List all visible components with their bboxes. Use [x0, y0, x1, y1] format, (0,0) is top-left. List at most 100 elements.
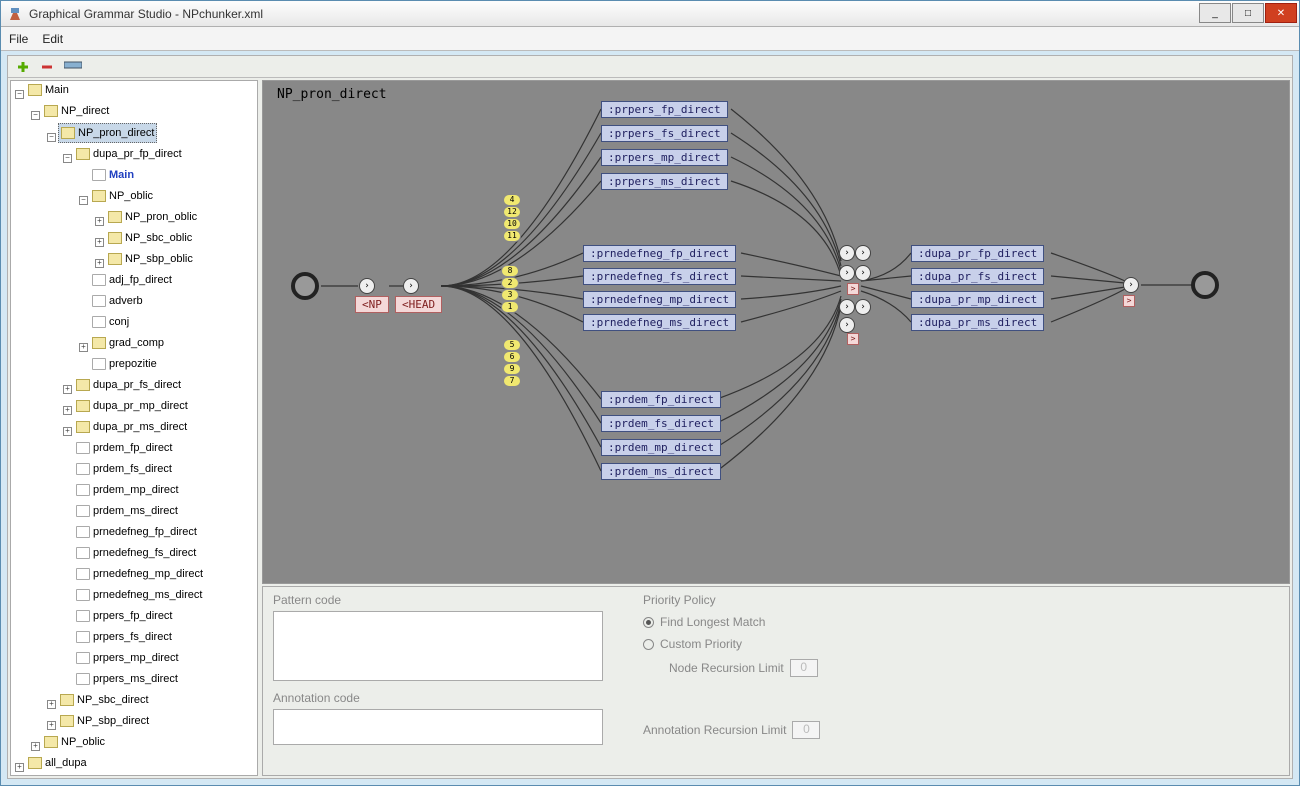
graph-node[interactable]: :dupa_pr_fp_direct	[911, 245, 1044, 262]
tree-folder[interactable]: NP_oblic	[90, 187, 155, 205]
connector-icon[interactable]: ›	[839, 317, 855, 333]
tree-toggle[interactable]: −	[79, 196, 88, 205]
end-node[interactable]	[1191, 271, 1219, 299]
tree-folder[interactable]: all_dupa	[26, 754, 89, 772]
node-gt[interactable]: >	[1123, 295, 1135, 307]
graph-node[interactable]: :prpers_ms_direct	[601, 173, 728, 190]
menu-edit[interactable]: Edit	[42, 32, 63, 46]
minimize-button[interactable]: _	[1199, 3, 1231, 23]
annotation-code-input[interactable]	[273, 709, 603, 745]
tree-file[interactable]: prnedefneg_ms_direct	[74, 586, 204, 604]
tree-file[interactable]: prepozitie	[90, 355, 159, 373]
tree-file[interactable]: prdem_mp_direct	[74, 481, 181, 499]
tree-folder[interactable]: dupa_pr_mp_direct	[74, 397, 190, 415]
tree-file[interactable]: adj_fp_direct	[90, 271, 174, 289]
close-button[interactable]: ✕	[1265, 3, 1297, 23]
node-gt[interactable]: >	[847, 283, 859, 295]
tree-folder[interactable]: dupa_pr_fs_direct	[74, 376, 183, 394]
tree-toggle[interactable]: +	[15, 763, 24, 772]
radio-custom-priority[interactable]: Custom Priority	[643, 637, 820, 651]
graph-node[interactable]: :prnedefneg_mp_direct	[583, 291, 736, 308]
node-recursion-input[interactable]: 0	[790, 659, 818, 677]
tree-toggle[interactable]: +	[47, 721, 56, 730]
rename-button[interactable]	[64, 60, 80, 74]
tree-file[interactable]: adverb	[90, 292, 145, 310]
tree-file[interactable]: prpers_mp_direct	[74, 649, 181, 667]
maximize-button[interactable]: □	[1232, 3, 1264, 23]
annotation-recursion-input[interactable]: 0	[792, 721, 820, 739]
tree-file[interactable]: prnedefneg_mp_direct	[74, 565, 205, 583]
add-button[interactable]	[16, 60, 32, 74]
tree-file-main[interactable]: Main	[90, 166, 136, 184]
graph-node[interactable]: :prpers_fs_direct	[601, 125, 728, 142]
priority-pill[interactable]: 2	[501, 277, 519, 289]
tree-folder[interactable]: NP_sbp_direct	[58, 712, 151, 730]
connector-icon[interactable]: ›	[403, 278, 419, 294]
graph-node[interactable]: :prnedefneg_ms_direct	[583, 314, 736, 331]
tree-file[interactable]: prnedefneg_fp_direct	[74, 523, 199, 541]
tree-toggle[interactable]: +	[95, 217, 104, 226]
tree-folder[interactable]: grad_comp	[90, 334, 166, 352]
priority-pill[interactable]: 3	[501, 289, 519, 301]
priority-pill[interactable]: 8	[501, 265, 519, 277]
menu-file[interactable]: File	[9, 32, 28, 46]
graph-node[interactable]: :dupa_pr_ms_direct	[911, 314, 1044, 331]
tree-folder[interactable]: dupa_pr_ms_direct	[74, 418, 189, 436]
titlebar[interactable]: Graphical Grammar Studio - NPchunker.xml…	[1, 1, 1299, 27]
priority-pill[interactable]: 9	[503, 363, 521, 375]
node-head[interactable]: <HEAD	[395, 296, 442, 313]
tree-toggle[interactable]: +	[31, 742, 40, 751]
tree-folder[interactable]: NP_sbc_oblic	[106, 229, 194, 247]
tree-toggle[interactable]: −	[31, 111, 40, 120]
tree-file[interactable]: prdem_ms_direct	[74, 502, 180, 520]
node-np[interactable]: <NP	[355, 296, 389, 313]
tree-toggle[interactable]: −	[63, 154, 72, 163]
graph-node[interactable]: :dupa_pr_mp_direct	[911, 291, 1044, 308]
tree-panel[interactable]: −Main −NP_direct −NP_pron_direct −dupa_p…	[10, 80, 258, 776]
tree-file[interactable]: conj	[90, 313, 131, 331]
node-gt[interactable]: >	[847, 333, 859, 345]
tree-folder[interactable]: dupa_pr_fp_direct	[74, 145, 184, 163]
graph-node[interactable]: :prpers_mp_direct	[601, 149, 728, 166]
connector-icon[interactable]: ›	[839, 299, 855, 315]
tree-toggle[interactable]: +	[47, 700, 56, 709]
graph-node[interactable]: :prnedefneg_fp_direct	[583, 245, 736, 262]
start-node[interactable]	[291, 272, 319, 300]
tree-toggle[interactable]: +	[79, 343, 88, 352]
radio-find-longest[interactable]: Find Longest Match	[643, 615, 820, 629]
graph-node[interactable]: :prdem_fp_direct	[601, 391, 721, 408]
tree-toggle[interactable]: −	[47, 133, 56, 142]
graph-node[interactable]: :prnedefneg_fs_direct	[583, 268, 736, 285]
connector-icon[interactable]: ›	[839, 245, 855, 261]
priority-pill[interactable]: 7	[503, 375, 521, 387]
tree-toggle[interactable]: +	[95, 259, 104, 268]
connector-icon[interactable]: ›	[839, 265, 855, 281]
tree-file[interactable]: prpers_fs_direct	[74, 628, 174, 646]
priority-pill[interactable]: 1	[501, 301, 519, 313]
connector-icon[interactable]: ›	[1123, 277, 1139, 293]
priority-pill[interactable]: 12	[503, 206, 521, 218]
graph-node[interactable]: :prdem_fs_direct	[601, 415, 721, 432]
tree-folder-main[interactable]: Main	[26, 81, 71, 99]
graph-node[interactable]: :prdem_ms_direct	[601, 463, 721, 480]
pattern-code-input[interactable]	[273, 611, 603, 681]
tree-toggle[interactable]: +	[63, 427, 72, 436]
connector-icon[interactable]: ›	[855, 299, 871, 315]
tree-folder[interactable]: NP_pron_oblic	[106, 208, 199, 226]
tree-folder-np-direct[interactable]: NP_direct	[42, 102, 111, 120]
connector-icon[interactable]: ›	[359, 278, 375, 294]
graph-node[interactable]: :dupa_pr_fs_direct	[911, 268, 1044, 285]
priority-pill[interactable]: 4	[503, 194, 521, 206]
tree-folder-np-pron-direct[interactable]: NP_pron_direct	[58, 123, 157, 143]
priority-pill[interactable]: 11	[503, 230, 521, 242]
remove-button[interactable]	[40, 60, 56, 74]
tree-folder[interactable]: NP_sbp_oblic	[106, 250, 195, 268]
tree-folder[interactable]: NP_sbc_direct	[58, 691, 151, 709]
tree-toggle[interactable]: −	[15, 90, 24, 99]
connector-icon[interactable]: ›	[855, 265, 871, 281]
priority-pill[interactable]: 10	[503, 218, 521, 230]
tree-file[interactable]: prdem_fp_direct	[74, 439, 175, 457]
priority-pill[interactable]: 6	[503, 351, 521, 363]
graph-node[interactable]: :prdem_mp_direct	[601, 439, 721, 456]
tree-toggle[interactable]: +	[95, 238, 104, 247]
